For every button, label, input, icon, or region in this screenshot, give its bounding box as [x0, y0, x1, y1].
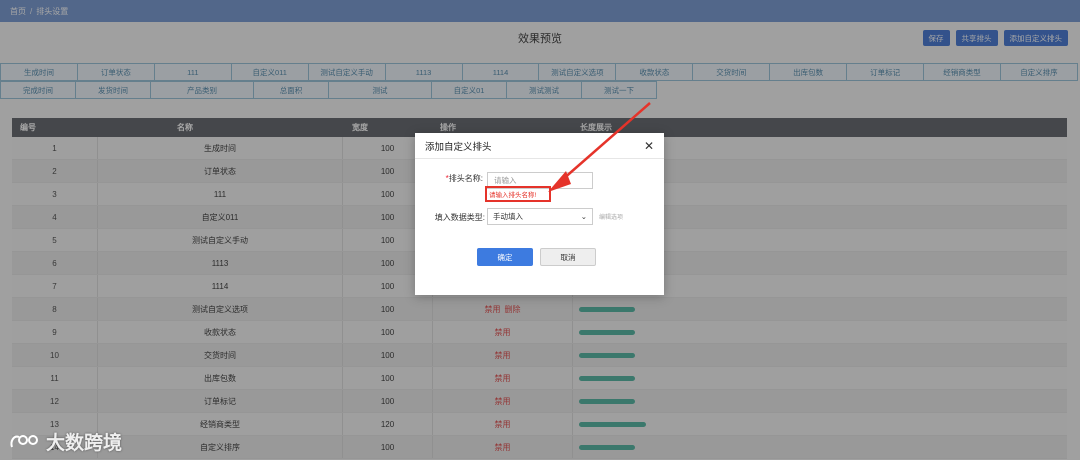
watermark-text: 大数跨境 — [46, 433, 123, 454]
name-label-text: 排头名称: — [448, 174, 483, 183]
data-type-select[interactable]: 手动填入 ⌄ — [487, 208, 593, 225]
name-error-message: 请输入排头名称! — [485, 186, 551, 202]
name-label: *排头名称: — [445, 173, 483, 184]
data-type-value: 手动填入 — [493, 212, 523, 221]
cancel-button[interactable]: 取消 — [540, 248, 596, 266]
watermark: 大数跨境 — [8, 428, 122, 455]
add-custom-header-dialog: 添加自定义排头 ✕ *排头名称: 请输入 请输入排头名称! 填入数据类型: 手动… — [415, 133, 664, 295]
chevron-down-icon: ⌄ — [580, 212, 587, 221]
confirm-button[interactable]: 确定 — [477, 248, 533, 266]
name-row: *排头名称: — [445, 173, 483, 184]
type-select-row: 手动填入 ⌄ 编辑选项 — [487, 208, 623, 225]
edit-options-link[interactable]: 编辑选项 — [599, 212, 623, 221]
watermark-logo-icon — [10, 434, 38, 447]
close-icon[interactable]: ✕ — [644, 139, 654, 153]
dialog-header: 添加自定义排头 ✕ — [415, 133, 664, 159]
type-label: 填入数据类型: — [434, 213, 485, 222]
dialog-title: 添加自定义排头 — [425, 141, 492, 153]
type-row: 填入数据类型: — [433, 212, 485, 223]
